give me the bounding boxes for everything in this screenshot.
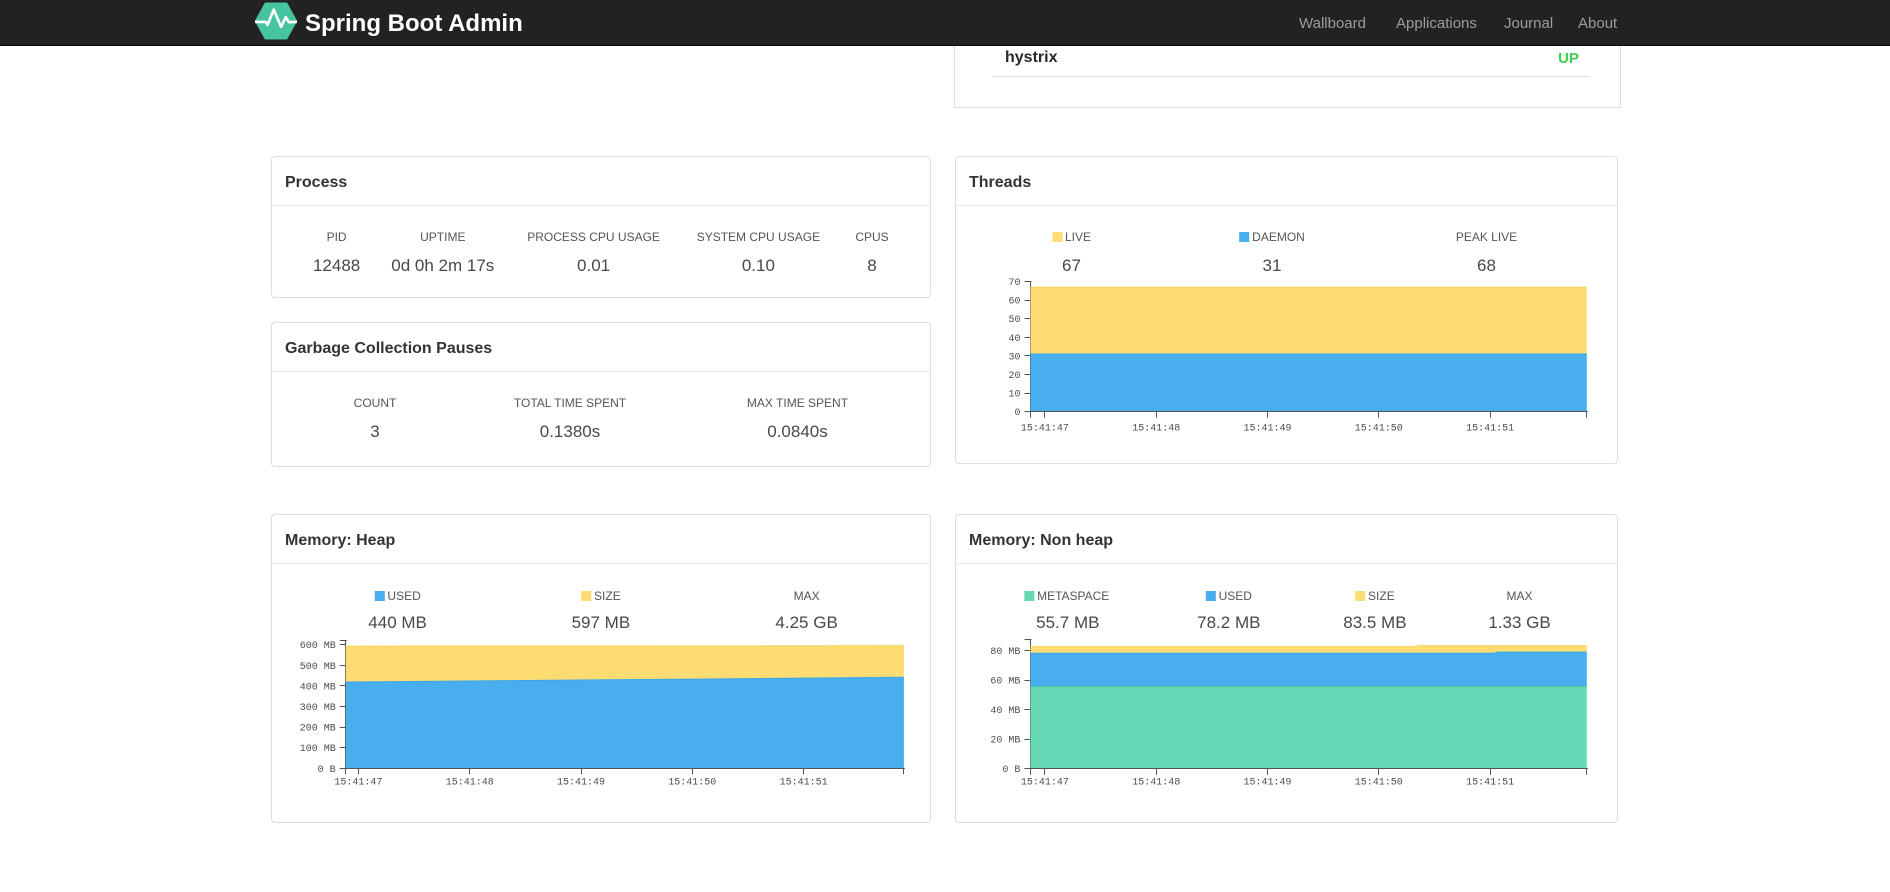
svg-text:15:41:51: 15:41:51 xyxy=(780,777,828,788)
svg-text:15:41:47: 15:41:47 xyxy=(1021,778,1069,789)
svg-text:10: 10 xyxy=(1008,390,1020,401)
svg-text:300 MB: 300 MB xyxy=(300,703,336,714)
svg-text:15:41:50: 15:41:50 xyxy=(1355,778,1403,789)
svg-text:50: 50 xyxy=(1008,315,1020,326)
svg-text:15:41:50: 15:41:50 xyxy=(1355,424,1403,435)
svg-text:40 MB: 40 MB xyxy=(990,706,1020,717)
svg-text:15:41:47: 15:41:47 xyxy=(1021,424,1069,435)
svg-text:60: 60 xyxy=(1008,297,1020,308)
svg-text:200 MB: 200 MB xyxy=(300,724,336,735)
svg-text:400 MB: 400 MB xyxy=(300,682,336,693)
svg-text:500 MB: 500 MB xyxy=(300,662,336,673)
svg-text:15:41:51: 15:41:51 xyxy=(1466,778,1514,789)
svg-text:0: 0 xyxy=(1014,408,1020,419)
svg-text:15:41:49: 15:41:49 xyxy=(557,777,605,788)
svg-text:15:41:47: 15:41:47 xyxy=(334,777,382,788)
svg-text:600 MB: 600 MB xyxy=(300,641,336,652)
svg-text:15:41:48: 15:41:48 xyxy=(446,777,494,788)
svg-text:15:41:48: 15:41:48 xyxy=(1132,778,1180,789)
svg-text:15:41:49: 15:41:49 xyxy=(1243,424,1291,435)
svg-text:100 MB: 100 MB xyxy=(300,744,336,755)
svg-text:20 MB: 20 MB xyxy=(990,736,1020,747)
svg-text:0 B: 0 B xyxy=(318,765,336,776)
svg-text:15:41:51: 15:41:51 xyxy=(1466,424,1514,435)
svg-text:80 MB: 80 MB xyxy=(990,647,1020,658)
svg-text:40: 40 xyxy=(1008,334,1020,345)
svg-text:70: 70 xyxy=(1008,278,1020,289)
svg-text:15:41:50: 15:41:50 xyxy=(668,777,716,788)
svg-text:30: 30 xyxy=(1008,352,1020,363)
svg-text:60 MB: 60 MB xyxy=(990,677,1020,688)
svg-text:0 B: 0 B xyxy=(1002,765,1020,776)
svg-text:15:41:49: 15:41:49 xyxy=(1243,778,1291,789)
svg-text:20: 20 xyxy=(1008,371,1020,382)
svg-text:15:41:48: 15:41:48 xyxy=(1132,424,1180,435)
